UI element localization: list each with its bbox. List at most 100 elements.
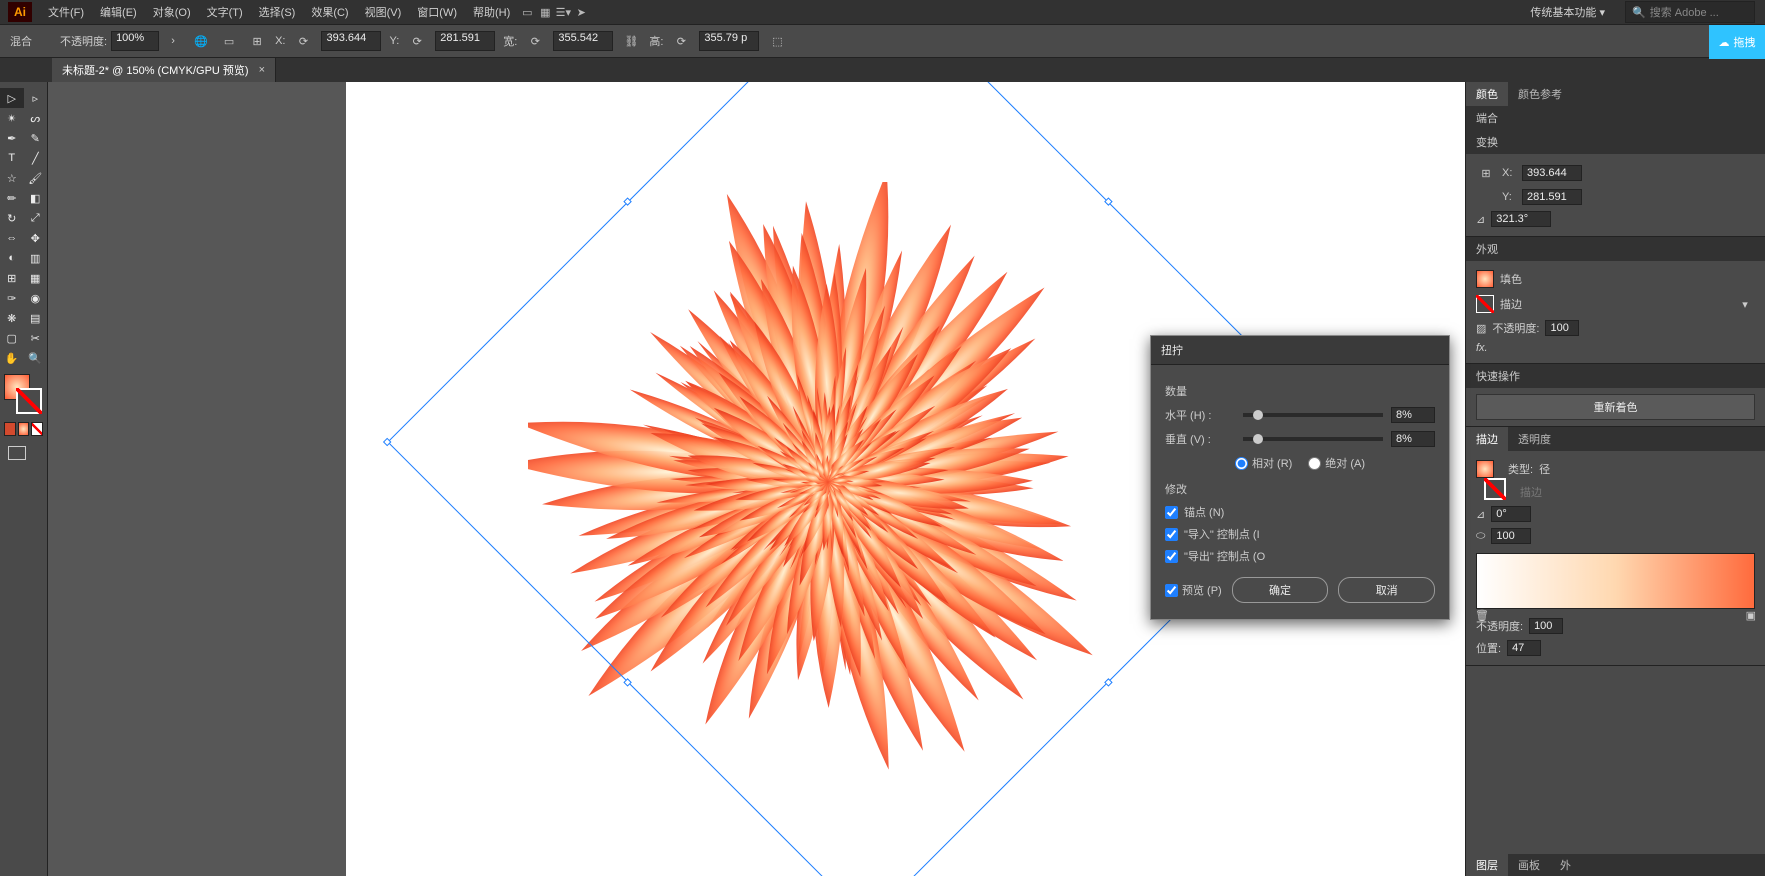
add-stop-icon[interactable]: ▣ xyxy=(1746,609,1756,622)
preview-checkbox[interactable]: 预览 (P) xyxy=(1165,582,1222,598)
x-input[interactable]: 393.644 xyxy=(321,31,381,51)
opacity-input[interactable]: 100% xyxy=(111,31,159,51)
artboard-tool[interactable]: ▢ xyxy=(0,328,24,348)
menu-object[interactable]: 对象(O) xyxy=(145,4,199,20)
link-icon[interactable]: ⟳ xyxy=(671,31,691,51)
fill-chip[interactable] xyxy=(1476,270,1494,288)
grid-icon[interactable]: ▦ xyxy=(536,3,554,21)
recolor-button[interactable]: 重新着色 xyxy=(1476,394,1755,420)
document-tab[interactable]: 未标题-2* @ 150% (CMYK/GPU 预览) × xyxy=(52,58,276,82)
menu-type[interactable]: 文字(T) xyxy=(199,4,251,20)
w-input[interactable]: 355.542 xyxy=(553,31,613,51)
menu-window[interactable]: 窗口(W) xyxy=(409,4,465,20)
menu-help[interactable]: 帮助(H) xyxy=(465,4,518,20)
magic-wand-tool[interactable]: ✴ xyxy=(0,108,24,128)
tab-stroke[interactable]: 描边 xyxy=(1466,427,1508,451)
delete-stop-icon[interactable]: 🗑 xyxy=(1475,609,1489,622)
stroke-chip[interactable] xyxy=(1476,295,1494,313)
transform-angle-input[interactable]: 321.3° xyxy=(1491,211,1551,227)
graph-tool[interactable]: ▤ xyxy=(24,308,48,328)
absolute-radio[interactable]: 绝对 (A) xyxy=(1308,455,1365,471)
tab-color-guide[interactable]: 颜色参考 xyxy=(1508,82,1572,106)
free-transform-tool[interactable]: ✥ xyxy=(24,228,48,248)
bounds-icon[interactable]: ▭ xyxy=(219,31,239,51)
link-icon[interactable]: ⟳ xyxy=(293,31,313,51)
lasso-tool[interactable]: ᔕ xyxy=(24,108,48,128)
stroke-weight-stepper[interactable]: ▾ xyxy=(1735,294,1755,314)
tab-layers[interactable]: 图层 xyxy=(1466,854,1508,876)
gradient-opacity-input[interactable]: 100 xyxy=(1529,618,1563,634)
h-input[interactable]: 355.79 p xyxy=(699,31,759,51)
tab-transparency[interactable]: 透明度 xyxy=(1508,427,1561,451)
shape-tool[interactable]: ☆ xyxy=(0,168,24,188)
selection-tool[interactable]: ▷ xyxy=(0,88,24,108)
menu-file[interactable]: 文件(F) xyxy=(40,4,92,20)
gradient-angle-input[interactable]: 0° xyxy=(1491,506,1531,522)
workspace-switcher[interactable]: 传统基本功能 ▾ xyxy=(1524,2,1619,22)
out-control-checkbox[interactable] xyxy=(1165,550,1178,563)
search-input[interactable]: 🔍 搜索 Adobe ... xyxy=(1625,1,1755,23)
hand-tool[interactable]: ✋ xyxy=(0,348,24,368)
scale-tool[interactable]: ⤢ xyxy=(24,208,48,228)
link-icon[interactable]: ⟳ xyxy=(525,31,545,51)
vertical-value[interactable]: 8% xyxy=(1391,431,1435,447)
paintbrush-tool[interactable]: 🖌 xyxy=(24,168,48,188)
type-tool[interactable]: T xyxy=(0,148,24,168)
send-icon[interactable]: ➤ xyxy=(572,3,590,21)
gradient-mode-swatch[interactable] xyxy=(18,422,30,436)
tab-artboards[interactable]: 画板 xyxy=(1508,854,1550,876)
horizontal-value[interactable]: 8% xyxy=(1391,407,1435,423)
color-mode-swatch[interactable] xyxy=(4,422,16,436)
reference-point-icon[interactable]: ⊞ xyxy=(247,31,267,51)
cancel-button[interactable]: 取消 xyxy=(1338,577,1435,603)
slice-tool[interactable]: ✂ xyxy=(24,328,48,348)
symbol-sprayer-tool[interactable]: ❋ xyxy=(0,308,24,328)
shape-builder-tool[interactable]: ◐ xyxy=(0,248,24,268)
y-input[interactable]: 281.591 xyxy=(435,31,495,51)
constrain-icon[interactable]: ⛓ xyxy=(621,31,641,51)
globe-icon[interactable]: 🌐 xyxy=(191,31,211,51)
eraser-tool[interactable]: ◧ xyxy=(24,188,48,208)
gradient-type-value[interactable]: 径 xyxy=(1539,461,1550,477)
tab-color[interactable]: 颜色 xyxy=(1466,82,1508,106)
relative-radio[interactable]: 相对 (R) xyxy=(1235,455,1292,471)
in-control-checkbox[interactable] xyxy=(1165,528,1178,541)
gradient-position-input[interactable]: 47 xyxy=(1507,640,1541,656)
pen-tool[interactable]: ✒ xyxy=(0,128,24,148)
fx-label[interactable]: fx. xyxy=(1476,342,1488,354)
rotate-tool[interactable]: ↻ xyxy=(0,208,24,228)
menu-edit[interactable]: 编辑(E) xyxy=(92,4,145,20)
gradient-fill-chip[interactable] xyxy=(1476,460,1494,478)
tab-more[interactable]: 外 xyxy=(1550,854,1581,876)
width-tool[interactable]: ⇔ xyxy=(0,228,24,248)
selection-handle[interactable] xyxy=(623,197,631,205)
doc-icon[interactable]: ▭ xyxy=(518,3,536,21)
transform-icon[interactable]: ⬚ xyxy=(767,31,787,51)
menu-view[interactable]: 视图(V) xyxy=(357,4,410,20)
direct-selection-tool[interactable]: ▹ xyxy=(24,88,48,108)
menu-select[interactable]: 选择(S) xyxy=(251,4,304,20)
eyedropper-tool[interactable]: ✑ xyxy=(0,288,24,308)
cloud-sync-button[interactable]: ☁ 拖拽 xyxy=(1709,25,1765,59)
anchor-checkbox[interactable] xyxy=(1165,506,1178,519)
blend-tool[interactable]: ◉ xyxy=(24,288,48,308)
chevron-right-icon[interactable]: › xyxy=(163,31,183,51)
line-tool[interactable]: ╱ xyxy=(24,148,48,168)
gradient-stroke-chip[interactable] xyxy=(1484,478,1506,500)
ok-button[interactable]: 确定 xyxy=(1232,577,1329,603)
perspective-tool[interactable]: ▥ xyxy=(24,248,48,268)
stroke-swatch[interactable] xyxy=(16,388,42,414)
curvature-tool[interactable]: ✎ xyxy=(24,128,48,148)
pencil-tool[interactable]: ✏ xyxy=(0,188,24,208)
appearance-opacity-input[interactable]: 100 xyxy=(1545,320,1579,336)
screen-mode-icon[interactable] xyxy=(8,446,26,460)
transform-y-input[interactable]: 281.591 xyxy=(1522,189,1582,205)
zoom-tool[interactable]: 🔍 xyxy=(24,348,48,368)
menu-effect[interactable]: 效果(C) xyxy=(303,4,356,20)
gradient-aspect-input[interactable]: 100 xyxy=(1491,528,1531,544)
vertical-slider[interactable] xyxy=(1243,437,1383,441)
link-icon[interactable]: ⟳ xyxy=(407,31,427,51)
gradient-tool[interactable]: ▦ xyxy=(24,268,48,288)
horizontal-slider[interactable] xyxy=(1243,413,1383,417)
close-icon[interactable]: × xyxy=(259,64,265,76)
